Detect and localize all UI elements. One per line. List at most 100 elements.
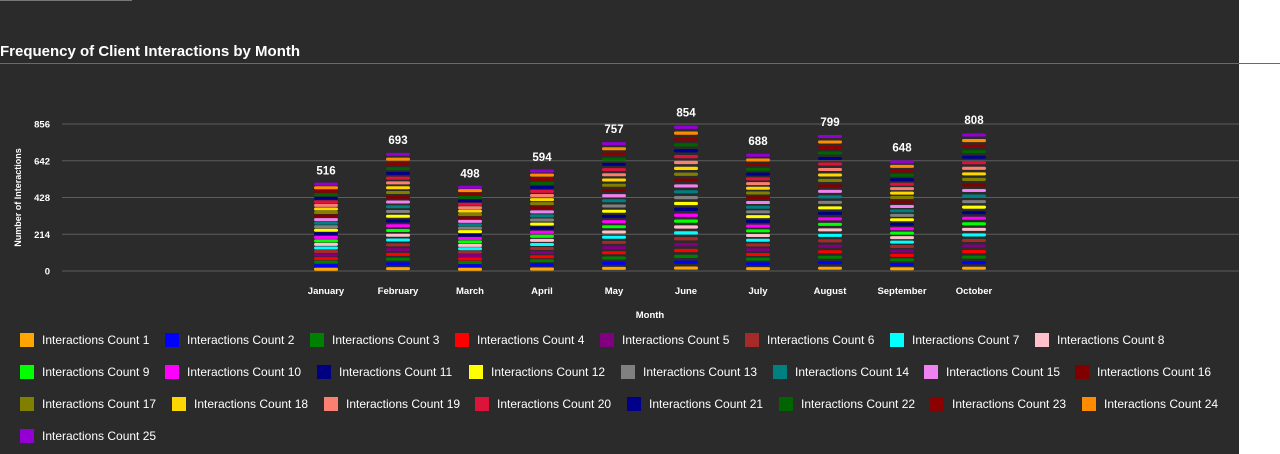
bar-segment — [530, 242, 554, 246]
bar-segment — [818, 156, 842, 160]
bar-segment — [602, 230, 626, 234]
bar-segment — [386, 252, 410, 256]
bar-segment — [602, 209, 626, 213]
bar-segment — [314, 214, 338, 218]
bar-segment — [530, 198, 554, 202]
bar-segment — [458, 257, 482, 261]
bar-segment — [818, 206, 842, 210]
y-tick-label: 214 — [34, 230, 51, 241]
bar-segment — [746, 224, 770, 228]
bar-segment — [314, 232, 338, 236]
legend-item[interactable]: Interactions Count 13 — [621, 365, 757, 379]
legend-swatch — [475, 397, 489, 411]
bar-segment — [890, 253, 914, 257]
legend-item[interactable]: Interactions Count 2 — [165, 333, 294, 347]
bar-segment — [458, 223, 482, 227]
bar-segment — [674, 213, 698, 217]
total-label: 693 — [388, 135, 407, 147]
total-label: 799 — [820, 117, 839, 129]
bar-segment — [746, 229, 770, 233]
legend-label: Interactions Count 6 — [767, 333, 875, 347]
legend-swatch — [20, 365, 34, 379]
bar-segment — [890, 182, 914, 186]
legend-item[interactable]: Interactions Count 17 — [20, 397, 156, 411]
legend-item[interactable]: Interactions Count 12 — [469, 365, 605, 379]
bar-segment — [386, 171, 410, 175]
legend-label: Interactions Count 10 — [187, 365, 302, 379]
bar-segment — [602, 162, 626, 166]
legend-item[interactable]: Interactions Count 18 — [172, 397, 308, 411]
legend-item[interactable]: Interactions Count 24 — [1082, 397, 1218, 411]
bar-segment — [746, 215, 770, 219]
bar-segment — [674, 160, 698, 165]
bar-segment — [890, 231, 914, 235]
bar-segment — [458, 260, 482, 264]
legend-item[interactable]: Interactions Count 15 — [924, 365, 1060, 379]
chart-area: 0 214 428 642 856 Number of Interactions 516 Ja… — [0, 100, 1239, 330]
legend-item[interactable]: Interactions Count 16 — [1075, 365, 1211, 379]
bar-segment — [674, 219, 698, 223]
bar-segment — [818, 140, 842, 144]
x-tick-label: February — [378, 286, 419, 297]
bar-segment — [674, 172, 698, 176]
bar-segment — [602, 261, 626, 265]
chart-panel: Frequency of Client Interactions by Mont… — [0, 0, 1239, 454]
bar-segment — [530, 210, 554, 214]
bar-segment — [386, 167, 410, 171]
legend-item[interactable]: Interactions Count 22 — [779, 397, 915, 411]
bar-segment — [890, 204, 914, 208]
bar-segment — [458, 264, 482, 268]
bar-segment — [386, 200, 410, 204]
bar-segment — [458, 267, 482, 271]
legend-item[interactable]: Interactions Count 5 — [600, 333, 729, 347]
bar-segment — [746, 163, 770, 167]
legend-item[interactable]: Interactions Count 14 — [773, 365, 909, 379]
bar-segment — [458, 206, 482, 210]
legend-item[interactable]: Interactions Count 4 — [455, 333, 584, 347]
bar-segment — [314, 186, 338, 190]
x-tick-label: October — [956, 286, 993, 297]
bar-segment — [746, 243, 770, 247]
bar-segment — [458, 237, 482, 241]
legend-item[interactable]: Interactions Count 8 — [1035, 333, 1164, 347]
bar-segment — [458, 243, 482, 247]
legend-item[interactable]: Interactions Count 19 — [324, 397, 460, 411]
legend-swatch — [20, 429, 34, 443]
bar-segment — [818, 266, 842, 270]
legend-swatch — [165, 333, 179, 347]
bar-segment — [458, 254, 482, 258]
legend-item[interactable]: Interactions Count 3 — [310, 333, 439, 347]
legend-item[interactable]: Interactions Count 7 — [890, 333, 1019, 347]
bar-segment — [818, 173, 842, 177]
bar-segment — [602, 240, 626, 244]
x-tick-label: September — [877, 286, 926, 297]
y-tick-label: 856 — [34, 120, 50, 131]
legend-item[interactable]: Interactions Count 11 — [317, 365, 452, 379]
bar-segment — [674, 237, 698, 241]
bar-segment — [386, 262, 410, 266]
legend-label: Interactions Count 12 — [491, 365, 606, 379]
legend-item[interactable]: Interactions Count 21 — [627, 397, 763, 411]
legend-item[interactable]: Interactions Count 25 — [20, 429, 156, 443]
bar-segment — [674, 266, 698, 270]
y-tick-label: 642 — [34, 156, 50, 167]
legend-item[interactable]: Interactions Count 1 — [20, 333, 149, 347]
bar-segment — [458, 233, 482, 237]
bar-segment — [962, 266, 986, 270]
chart-title: Frequency of Client Interactions by Mont… — [0, 43, 301, 60]
bar-segment — [890, 196, 914, 200]
bar-segment — [602, 183, 626, 187]
legend-item[interactable]: Interactions Count 9 — [20, 365, 149, 379]
bar-segment — [314, 264, 338, 268]
legend-item[interactable]: Interactions Count 10 — [165, 365, 301, 379]
bar-segment — [890, 245, 914, 249]
legend-item[interactable]: Interactions Count 23 — [930, 397, 1066, 411]
legend-item[interactable]: Interactions Count 6 — [745, 333, 874, 347]
bar-segment — [458, 216, 482, 220]
bar-segment — [314, 253, 338, 257]
legend-item[interactable]: Interactions Count 20 — [475, 397, 611, 411]
total-label: 757 — [604, 124, 623, 136]
bar-segment — [962, 216, 986, 220]
bar-segment — [962, 255, 986, 259]
bar-segment — [602, 225, 626, 229]
